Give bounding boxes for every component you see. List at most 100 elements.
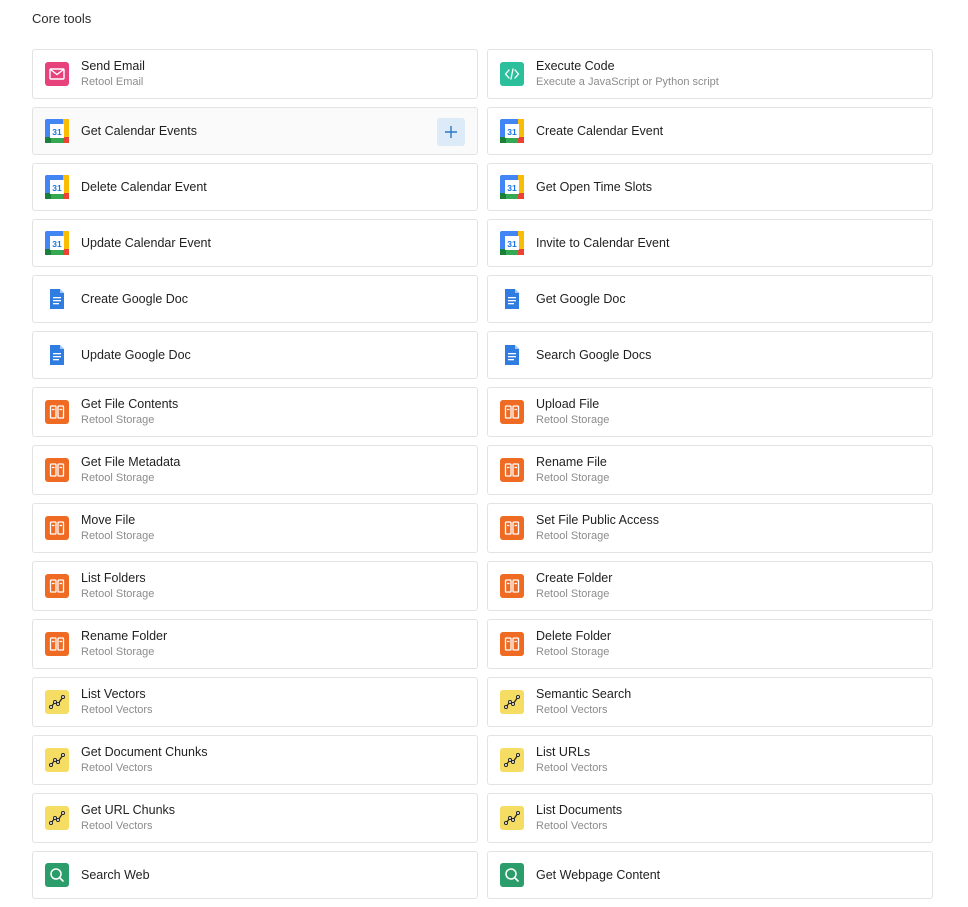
tool-text: Rename Folder Retool Storage (81, 629, 167, 659)
tool-text: Delete Calendar Event (81, 180, 207, 195)
tool-card[interactable]: Move File Retool Storage (32, 503, 478, 553)
tool-title: Semantic Search (536, 687, 632, 701)
tool-title: Get Google Doc (536, 291, 626, 306)
tool-card[interactable]: Get File Contents Retool Storage (32, 387, 478, 437)
tool-title: Invite to Calendar Event (536, 235, 670, 250)
google-doc-icon (500, 287, 524, 311)
tool-subtitle: Retool Vectors (536, 820, 608, 832)
tool-card[interactable]: 31 Delete Calendar Event (32, 163, 478, 211)
tool-text: Set File Public Access Retool Storage (536, 513, 659, 543)
storage-icon (45, 400, 69, 424)
tool-card[interactable]: Get Google Doc (487, 275, 933, 323)
tool-card[interactable]: Create Google Doc (32, 275, 478, 323)
tool-title: List Folders (81, 571, 146, 585)
tool-card[interactable]: Semantic Search Retool Vectors (487, 677, 933, 727)
calendar-icon: 31 (500, 231, 524, 255)
tool-card[interactable]: Upload File Retool Storage (487, 387, 933, 437)
tool-text: Delete Folder Retool Storage (536, 629, 611, 659)
tool-card[interactable]: Get File Metadata Retool Storage (32, 445, 478, 495)
tool-row: List Folders Retool Storage Create Folder R… (32, 561, 933, 611)
tool-title: Delete Folder (536, 629, 612, 643)
tool-text: Send Email Retool Email (81, 59, 145, 89)
tool-title: Get Webpage Content (536, 867, 661, 882)
tool-card[interactable]: Get Webpage Content (487, 851, 933, 899)
tool-text: Update Calendar Event (81, 236, 211, 251)
tool-title: Send Email (81, 59, 145, 73)
tool-card[interactable]: 31 Create Calendar Event (487, 107, 933, 155)
tool-subtitle: Retool Storage (536, 472, 610, 484)
section-title: Core tools (32, 11, 92, 26)
tool-subtitle: Retool Storage (81, 414, 155, 426)
storage-icon (500, 574, 524, 598)
svg-text:31: 31 (52, 183, 62, 193)
tool-row: Send Email Retool Email Execute Code Execut… (32, 49, 933, 99)
tool-card[interactable]: Create Folder Retool Storage (487, 561, 933, 611)
tool-card[interactable]: 31 Invite to Calendar Event (487, 219, 933, 267)
tool-card[interactable]: List Folders Retool Storage (32, 561, 478, 611)
tool-title: Create Google Doc (81, 291, 189, 306)
email-icon (45, 62, 69, 86)
tool-title: List Documents (536, 803, 623, 817)
tool-text: Create Google Doc (81, 292, 188, 307)
tool-title: Move File (81, 513, 136, 527)
tool-subtitle: Retool Vectors (81, 762, 153, 774)
tool-row: Search Web Get Webpage Content (32, 851, 933, 899)
tool-card[interactable]: 31 Get Open Time Slots (487, 163, 933, 211)
tool-text: List Vectors Retool Vectors (81, 687, 153, 717)
tool-card[interactable]: Search Web (32, 851, 478, 899)
tool-subtitle: Retool Storage (81, 646, 155, 658)
tool-subtitle: Retool Vectors (81, 704, 153, 716)
tool-subtitle: Retool Storage (81, 472, 155, 484)
tool-text: Get Calendar Events (81, 124, 197, 139)
tool-card[interactable]: Get URL Chunks Retool Vectors (32, 793, 478, 843)
vectors-icon (45, 690, 69, 714)
tool-text: Get Document Chunks Retool Vectors (81, 745, 207, 775)
tool-row: 31 Delete Calendar Event 31 Get Open Time S… (32, 163, 933, 211)
tool-card[interactable]: Search Google Docs (487, 331, 933, 379)
tool-text: List Folders Retool Storage (81, 571, 154, 601)
tool-subtitle: Retool Storage (536, 646, 610, 658)
tool-card[interactable]: 31 Get Calendar Events (32, 107, 478, 155)
tool-title: Create Calendar Event (536, 123, 664, 138)
tool-card[interactable]: Rename File Retool Storage (487, 445, 933, 495)
tool-card[interactable]: 31 Update Calendar Event (32, 219, 478, 267)
tool-text: Create Calendar Event (536, 124, 663, 139)
tool-title: Get Calendar Events (81, 123, 198, 138)
storage-icon (45, 632, 69, 656)
tool-row: Get File Metadata Retool Storage Rename Fi… (32, 445, 933, 495)
tool-card[interactable]: Delete Folder Retool Storage (487, 619, 933, 669)
calendar-icon: 31 (45, 231, 69, 255)
tool-text: Move File Retool Storage (81, 513, 154, 543)
tool-title: Update Google Doc (81, 347, 191, 362)
vectors-icon (45, 748, 69, 772)
tool-card[interactable]: Send Email Retool Email (32, 49, 478, 99)
tool-card[interactable]: Get Document Chunks Retool Vectors (32, 735, 478, 785)
tool-row: Create Google Doc Get Google Doc (32, 275, 933, 323)
tool-title: Rename File (536, 455, 607, 469)
tool-grid: Send Email Retool Email Execute Code Execut… (32, 49, 933, 907)
add-tool-button[interactable] (437, 118, 465, 146)
tool-text: Rename File Retool Storage (536, 455, 609, 485)
tool-text: Search Google Docs (536, 348, 651, 363)
tool-card[interactable]: List URLs Retool Vectors (487, 735, 933, 785)
tool-text: Get Google Doc (536, 292, 626, 307)
tool-text: Get URL Chunks Retool Vectors (81, 803, 175, 833)
tool-title: Search Web (81, 867, 150, 882)
tool-text: Create Folder Retool Storage (536, 571, 612, 601)
tool-card[interactable]: List Vectors Retool Vectors (32, 677, 478, 727)
tool-card[interactable]: Rename Folder Retool Storage (32, 619, 478, 669)
calendar-icon: 31 (500, 175, 524, 199)
tool-card[interactable]: Execute Code Execute a JavaScript or Pyth… (487, 49, 933, 99)
svg-text:31: 31 (507, 127, 517, 137)
tool-title: List URLs (536, 745, 591, 759)
tool-text: List Documents Retool Vectors (536, 803, 622, 833)
storage-icon (45, 458, 69, 482)
tool-card[interactable]: List Documents Retool Vectors (487, 793, 933, 843)
tool-card[interactable]: Update Google Doc (32, 331, 478, 379)
tool-card[interactable]: Set File Public Access Retool Storage (487, 503, 933, 553)
tool-subtitle: Retool Storage (536, 588, 610, 600)
tool-subtitle: Retool Storage (536, 414, 610, 426)
vectors-icon (500, 748, 524, 772)
tool-title: Get File Metadata (81, 455, 181, 469)
calendar-icon: 31 (45, 119, 69, 143)
